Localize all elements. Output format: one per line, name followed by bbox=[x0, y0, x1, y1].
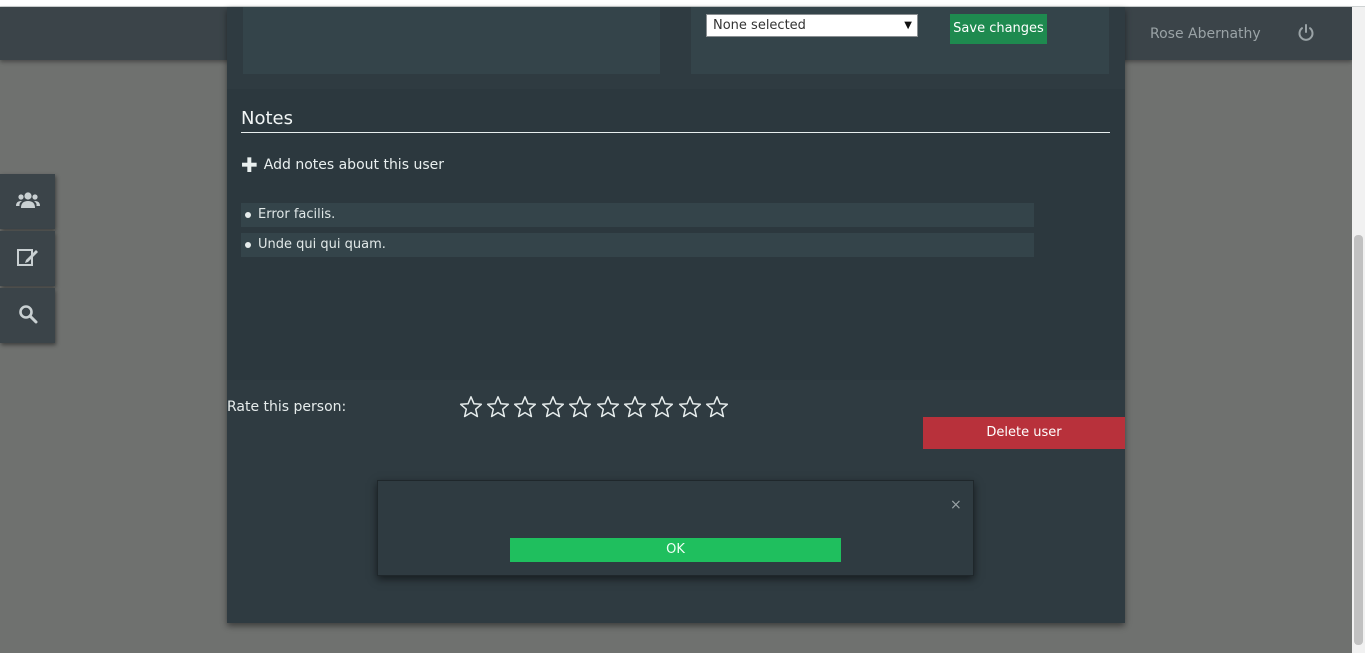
sidebar-edit-button[interactable] bbox=[0, 231, 55, 286]
user-name[interactable]: Rose Abernathy bbox=[1150, 26, 1261, 42]
sidebar-users-button[interactable] bbox=[0, 174, 55, 229]
star-icon[interactable] bbox=[457, 394, 484, 420]
star-icon[interactable] bbox=[676, 394, 703, 420]
star-icon[interactable] bbox=[704, 394, 731, 420]
star-icon[interactable] bbox=[621, 394, 648, 420]
sidebar-search-button[interactable] bbox=[0, 288, 55, 343]
rate-label: Rate this person: bbox=[227, 399, 347, 415]
note-item: Unde qui qui quam. bbox=[241, 233, 1034, 257]
bullet-icon bbox=[245, 211, 251, 218]
save-changes-button[interactable]: Save changes bbox=[950, 14, 1047, 44]
bullet-icon bbox=[245, 241, 251, 248]
info-card-left bbox=[243, 7, 660, 74]
power-icon[interactable] bbox=[1296, 23, 1316, 43]
note-item: Error facilis. bbox=[241, 203, 1034, 227]
close-icon[interactable]: × bbox=[950, 497, 962, 513]
browser-top-edge bbox=[0, 0, 1365, 7]
confirm-modal: × OK bbox=[377, 480, 974, 576]
star-icon[interactable] bbox=[484, 394, 511, 420]
notes-divider bbox=[241, 132, 1110, 133]
group-select[interactable]: None selected ▼ bbox=[706, 14, 918, 37]
search-icon bbox=[18, 304, 38, 328]
star-icon[interactable] bbox=[512, 394, 539, 420]
page-scrollbar[interactable] bbox=[1352, 7, 1365, 653]
plus-icon: ✚ bbox=[241, 153, 258, 177]
users-icon bbox=[15, 190, 40, 214]
add-notes-label: Add notes about this user bbox=[263, 157, 444, 173]
note-text: Error facilis. bbox=[258, 207, 336, 222]
dropdown-arrow-icon: ▼ bbox=[904, 20, 912, 31]
star-icon[interactable] bbox=[567, 394, 594, 420]
group-select-value: None selected bbox=[713, 18, 806, 33]
note-text: Unde qui qui quam. bbox=[258, 237, 386, 252]
scrollbar-thumb[interactable] bbox=[1354, 235, 1363, 645]
star-icon[interactable] bbox=[539, 394, 566, 420]
star-icon[interactable] bbox=[594, 394, 621, 420]
edit-icon bbox=[16, 247, 39, 271]
add-notes-link[interactable]: ✚ Add notes about this user bbox=[241, 153, 444, 177]
notes-title: Notes bbox=[241, 108, 293, 129]
delete-user-button[interactable]: Delete user bbox=[923, 417, 1125, 449]
rating-stars bbox=[457, 394, 731, 420]
ok-button[interactable]: OK bbox=[510, 538, 841, 562]
star-icon[interactable] bbox=[649, 394, 676, 420]
